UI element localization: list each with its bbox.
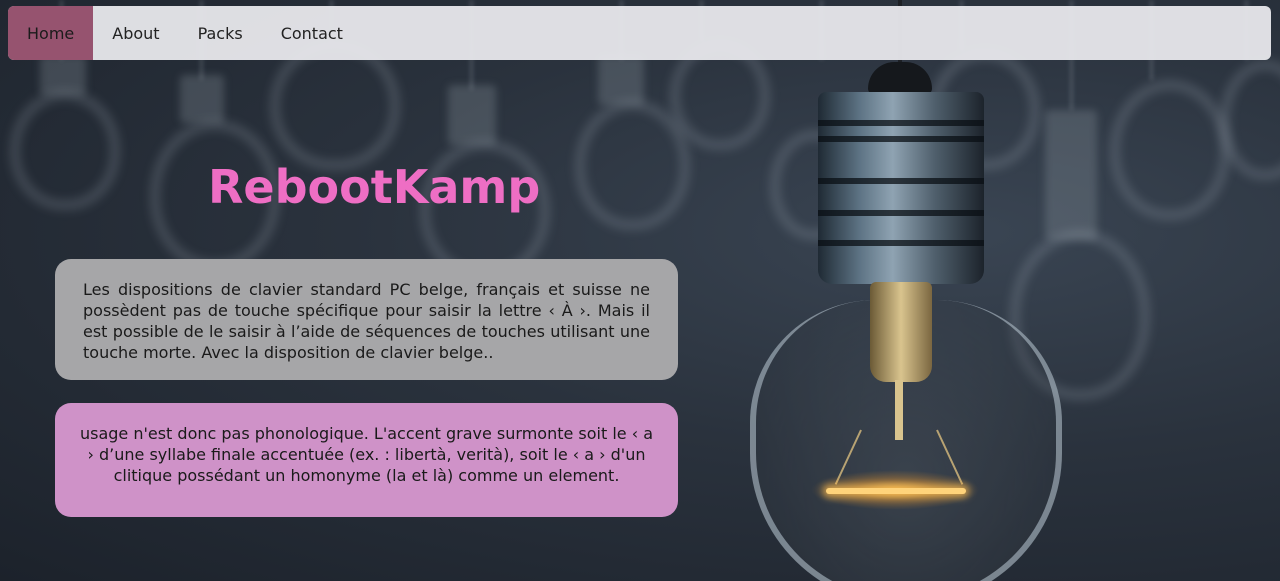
main-light-bulb <box>740 0 1062 581</box>
nav-item-contact[interactable]: Contact <box>262 6 362 60</box>
info-card-pink-text: usage n'est donc pas phonologique. L'acc… <box>79 424 654 485</box>
nav-item-about[interactable]: About <box>93 6 178 60</box>
info-card-gray-text: Les dispositions de clavier standard PC … <box>83 280 650 362</box>
nav-item-packs[interactable]: Packs <box>179 6 262 60</box>
page-title: RebootKamp <box>208 160 541 214</box>
info-card-gray: Les dispositions de clavier standard PC … <box>55 259 678 380</box>
nav-item-home[interactable]: Home <box>8 6 94 60</box>
page: Home About Packs Contact RebootKamp Les … <box>0 0 1280 581</box>
top-navbar: Home About Packs Contact <box>8 6 1271 60</box>
info-card-pink: usage n'est donc pas phonologique. L'acc… <box>55 403 678 517</box>
